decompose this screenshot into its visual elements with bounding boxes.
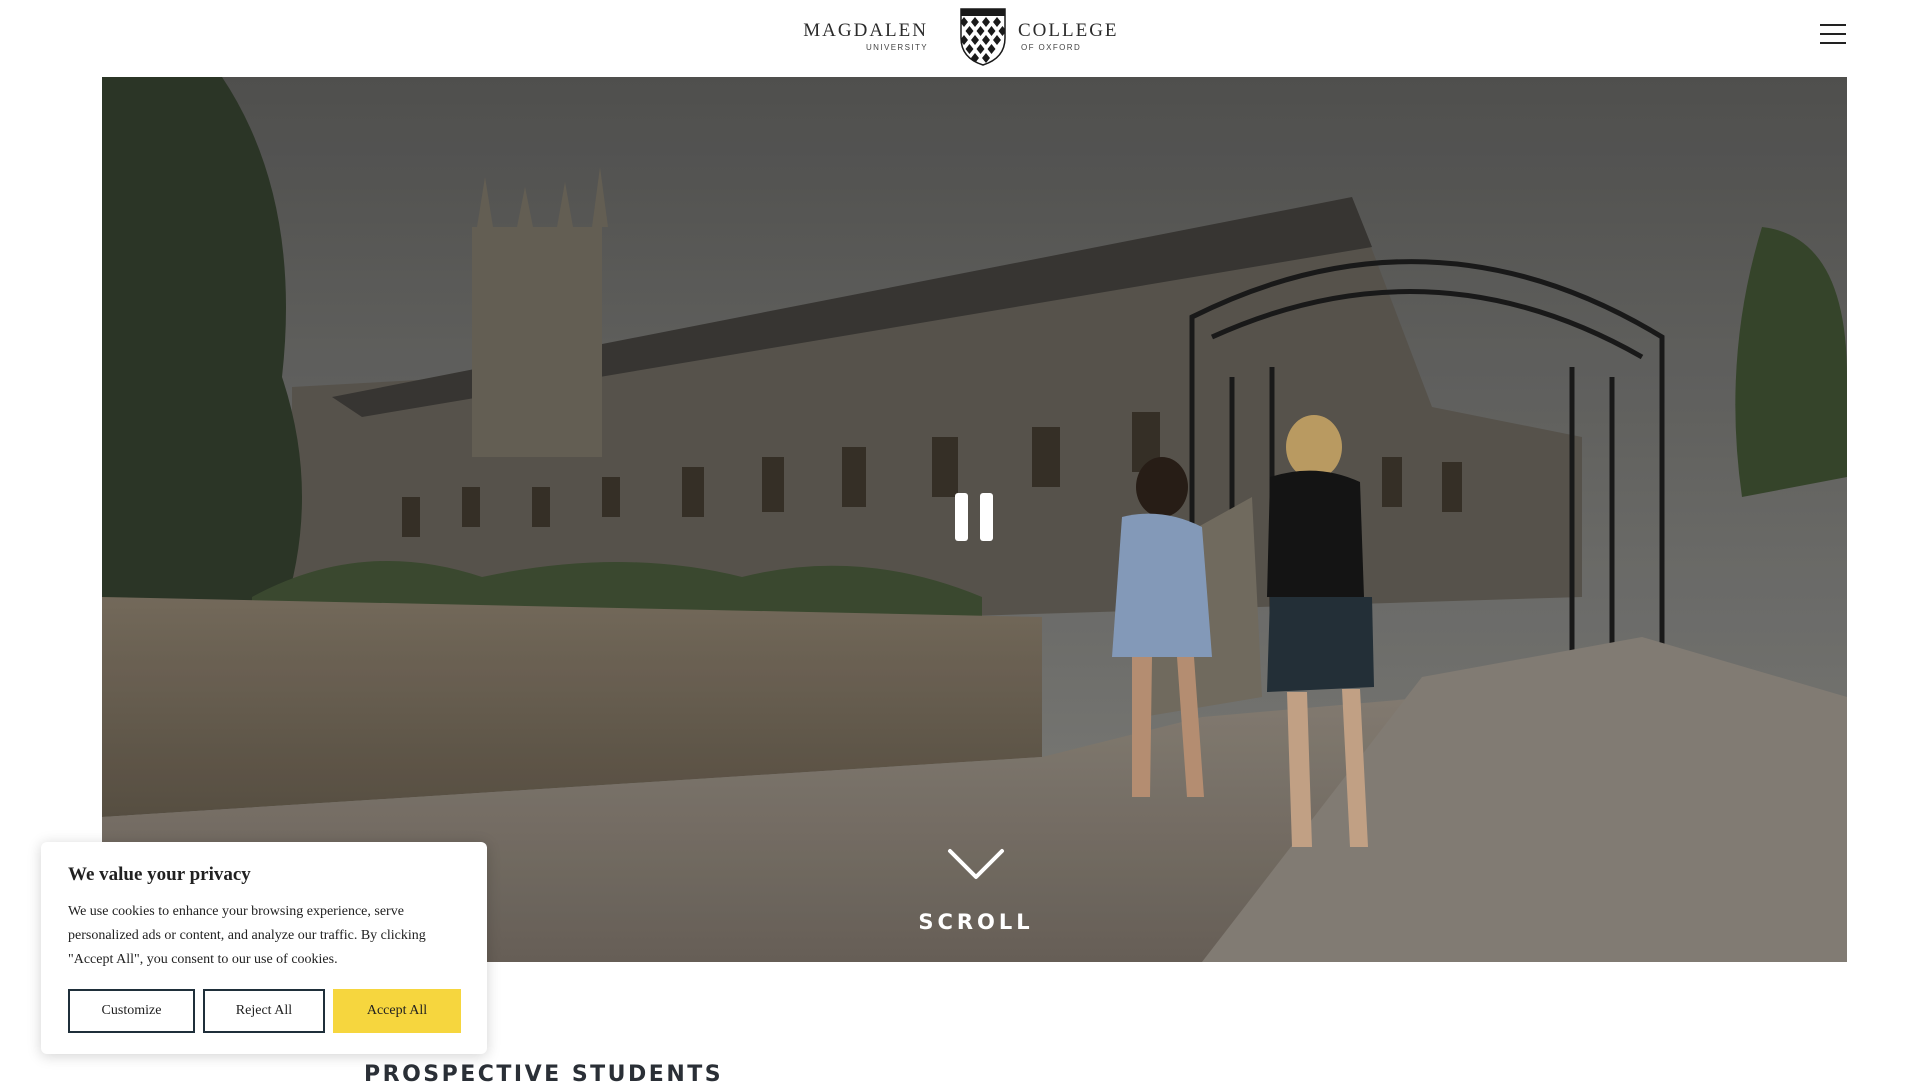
cookie-consent-banner: We value your privacy We use cookies to … [41,842,487,1054]
college-crest-icon [960,8,1006,66]
pause-icon[interactable] [955,493,995,543]
hamburger-menu-icon[interactable] [1820,24,1846,46]
cookie-banner-text: We use cookies to enhance your browsing … [68,904,426,967]
chevron-down-icon [948,849,1004,879]
logo-text-left: MAGDALEN [803,20,928,41]
college-logo[interactable]: MAGDALEN UNIVERSITY COLLEGE OF OXFORD [803,8,1117,68]
site-header: MAGDALEN UNIVERSITY COLLEGE OF OXFORD [0,0,1920,77]
reject-all-button[interactable]: Reject All [203,989,325,1033]
cookie-banner-title: We value your privacy [68,864,251,885]
scroll-label: SCROLL [918,910,1034,934]
customize-button[interactable]: Customize [68,989,195,1033]
accept-all-button[interactable]: Accept All [333,989,461,1033]
logo-subtext-right: OF OXFORD [1021,43,1082,52]
scroll-button[interactable]: SCROLL [902,847,1050,937]
hero-video[interactable]: SCROLL [102,77,1847,962]
section-title: PROSPECTIVE STUDENTS [364,1062,724,1087]
logo-text-right: COLLEGE [1018,20,1119,41]
logo-subtext-left: UNIVERSITY [865,43,928,52]
